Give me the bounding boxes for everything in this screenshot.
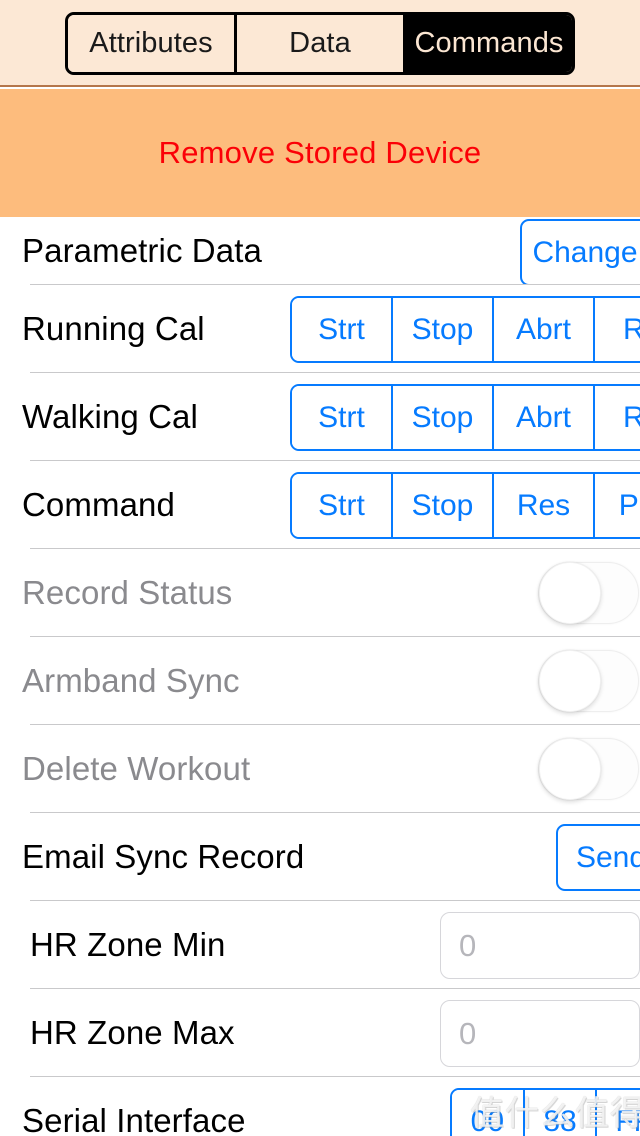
app-screen: Attributes Data Commands Remove Stored D… (0, 0, 640, 1136)
delete-workout-control (538, 738, 639, 800)
walking-cal-reset-button[interactable]: Rst (595, 386, 640, 449)
serial-interface-88-button[interactable]: 88 (524, 1090, 598, 1136)
serial-interface-control: 00 88 FF (450, 1088, 640, 1136)
row-label-command: Command (22, 486, 175, 523)
row-hr-zone-min: HR Zone Min 0 (0, 901, 640, 989)
row-label-running-cal: Running Cal (22, 310, 205, 347)
running-cal-control: Strt Stop Abrt Rst (290, 296, 640, 363)
walking-cal-button-group[interactable]: Strt Stop Abrt Rst (290, 384, 640, 451)
toggle-knob (539, 738, 601, 800)
hr-zone-max-input[interactable]: 0 (440, 1000, 640, 1067)
walking-cal-abort-button[interactable]: Abrt (494, 386, 595, 449)
armband-sync-control (538, 650, 639, 712)
running-cal-reset-button[interactable]: Rst (595, 298, 640, 361)
walking-cal-control: Strt Stop Abrt Rst (290, 384, 640, 451)
row-delete-workout: Delete Workout (0, 725, 640, 813)
walking-cal-stop-button[interactable]: Stop (393, 386, 494, 449)
row-command: Command Strt Stop Res Pau (0, 461, 640, 549)
commands-list: Parametric Data Change Running Cal Strt … (0, 217, 640, 1136)
hr-zone-min-input[interactable]: 0 (440, 912, 640, 979)
delete-workout-toggle[interactable] (538, 738, 639, 800)
serial-interface-00-button[interactable]: 00 (452, 1090, 525, 1136)
command-button-group[interactable]: Strt Stop Res Pau (290, 472, 640, 539)
row-running-cal: Running Cal Strt Stop Abrt Rst (0, 285, 640, 373)
running-cal-stop-button[interactable]: Stop (393, 298, 494, 361)
remove-stored-device-label: Remove Stored Device (158, 135, 482, 170)
running-cal-abort-button[interactable]: Abrt (494, 298, 595, 361)
row-serial-interface: Serial Interface 00 88 FF (0, 1077, 640, 1136)
command-start-button[interactable]: Strt (292, 474, 393, 537)
row-email-sync-record: Email Sync Record Send (0, 813, 640, 901)
toggle-knob (539, 650, 601, 712)
command-control: Strt Stop Res Pau (290, 472, 640, 539)
top-bar: Attributes Data Commands (0, 0, 640, 87)
serial-interface-ff-button[interactable]: FF (597, 1090, 640, 1136)
serial-interface-button-group[interactable]: 00 88 FF (450, 1088, 640, 1136)
row-armband-sync: Armband Sync (0, 637, 640, 725)
command-pause-button[interactable]: Pau (595, 474, 640, 537)
send-button[interactable]: Send (556, 824, 640, 891)
parametric-data-control: Change (520, 219, 640, 286)
command-resume-button[interactable]: Res (494, 474, 595, 537)
tab-data[interactable]: Data (237, 15, 406, 72)
record-status-control (538, 562, 639, 624)
tab-commands[interactable]: Commands (406, 15, 572, 72)
row-record-status: Record Status (0, 549, 640, 637)
row-label-serial-interface: Serial Interface (22, 1102, 246, 1136)
row-label-armband-sync: Armband Sync (22, 662, 240, 699)
row-label-hr-zone-min: HR Zone Min (30, 926, 226, 963)
row-label-hr-zone-max: HR Zone Max (30, 1014, 235, 1051)
record-status-toggle[interactable] (538, 562, 639, 624)
hr-zone-max-control: 0 (440, 1000, 640, 1067)
row-label-walking-cal: Walking Cal (22, 398, 198, 435)
tab-attributes[interactable]: Attributes (68, 15, 237, 72)
row-label-delete-workout: Delete Workout (22, 750, 251, 787)
row-label-record-status: Record Status (22, 574, 233, 611)
row-parametric-data: Parametric Data Change (0, 217, 640, 286)
hr-zone-min-control: 0 (440, 912, 640, 979)
row-walking-cal: Walking Cal Strt Stop Abrt Rst (0, 373, 640, 461)
change-button[interactable]: Change (520, 219, 640, 286)
running-cal-button-group[interactable]: Strt Stop Abrt Rst (290, 296, 640, 363)
row-hr-zone-max: HR Zone Max 0 (0, 989, 640, 1077)
toggle-knob (539, 562, 601, 624)
command-stop-button[interactable]: Stop (393, 474, 494, 537)
row-label-parametric-data: Parametric Data (22, 232, 262, 269)
remove-stored-device-banner[interactable]: Remove Stored Device (0, 89, 640, 217)
email-sync-record-control: Send (556, 824, 640, 891)
tab-segmented-control[interactable]: Attributes Data Commands (65, 12, 575, 75)
armband-sync-toggle[interactable] (538, 650, 639, 712)
row-label-email-sync-record: Email Sync Record (22, 838, 305, 875)
running-cal-start-button[interactable]: Strt (292, 298, 393, 361)
walking-cal-start-button[interactable]: Strt (292, 386, 393, 449)
